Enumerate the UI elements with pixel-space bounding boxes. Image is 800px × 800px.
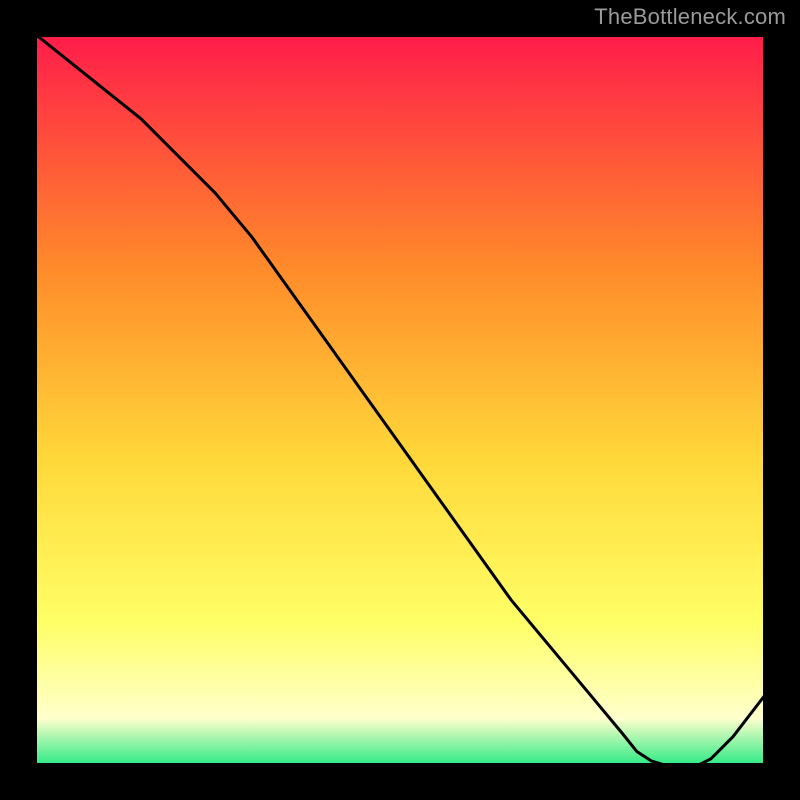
gradient-background xyxy=(30,30,770,770)
chart-svg xyxy=(30,30,770,770)
watermark-text: TheBottleneck.com xyxy=(594,4,786,30)
plot-area xyxy=(30,30,770,770)
chart-frame: TheBottleneck.com xyxy=(0,0,800,800)
